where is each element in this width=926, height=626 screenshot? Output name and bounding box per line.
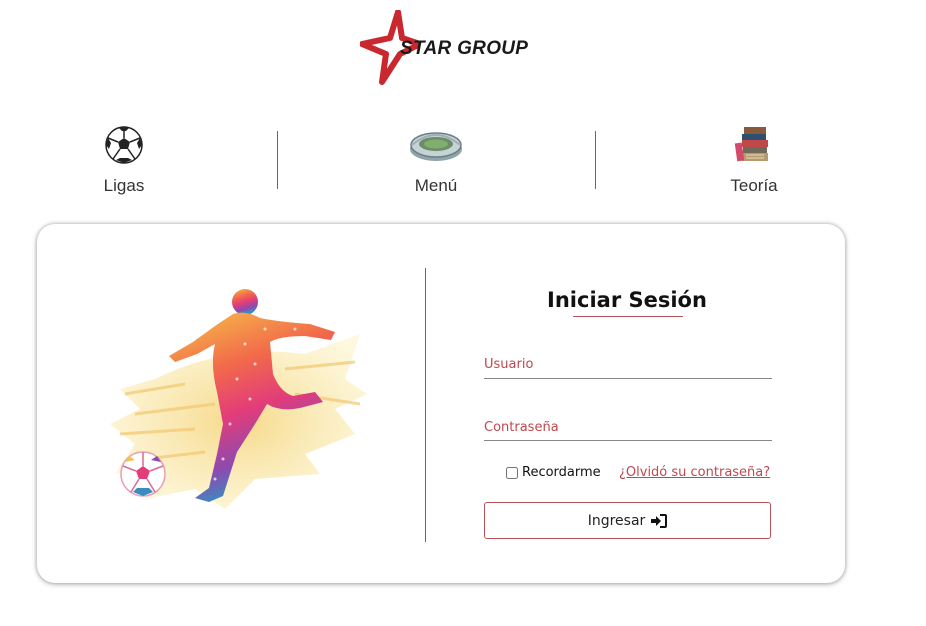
- title-underline: [573, 316, 683, 317]
- login-title: Iniciar Sesión: [547, 288, 707, 312]
- nav-label: Ligas: [103, 176, 145, 195]
- nav-item-ligas[interactable]: Ligas: [84, 125, 164, 196]
- remember-me[interactable]: Recordarme: [506, 465, 601, 480]
- username-field[interactable]: [484, 354, 772, 379]
- card-divider: [425, 268, 426, 542]
- remember-label: Recordarme: [522, 465, 601, 480]
- nav-label: Teoría: [730, 176, 778, 195]
- nav-divider: [277, 131, 278, 189]
- login-button-label: Ingresar: [587, 512, 646, 529]
- books-icon: [734, 127, 768, 162]
- password-input[interactable]: [484, 417, 772, 437]
- soccer-player-illustration: [110, 289, 367, 509]
- sign-in-icon: [651, 513, 668, 528]
- login-button[interactable]: Ingresar: [484, 502, 771, 539]
- login-card: Iniciar Sesión Recordarme ¿Olvidó su con…: [37, 224, 845, 583]
- nav-item-teoria[interactable]: Teoría: [714, 125, 794, 196]
- soccer-ball-icon: [105, 126, 143, 164]
- nav-label: Menú: [414, 176, 458, 195]
- stadium-icon: [410, 132, 462, 161]
- nav-divider: [595, 131, 596, 189]
- forgot-password-link[interactable]: ¿Olvidó su contraseña?: [619, 465, 770, 480]
- password-field[interactable]: [484, 417, 772, 441]
- nav-item-menu[interactable]: Menú: [396, 125, 476, 196]
- brand-name: STAR GROUP: [400, 38, 529, 59]
- remember-checkbox[interactable]: [506, 466, 518, 479]
- brand-logo[interactable]: STAR GROUP: [360, 10, 530, 86]
- username-input[interactable]: [484, 354, 772, 374]
